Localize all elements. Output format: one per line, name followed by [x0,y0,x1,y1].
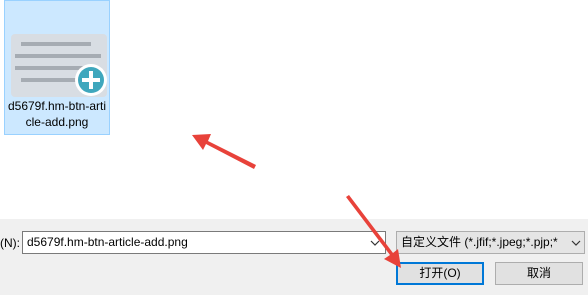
dialog-bottom-panel: (N): d5679f.hm-btn-article-add.png 自定义文件… [0,219,588,295]
file-type-select[interactable]: 自定义文件 (*.jfif;*.jpeg;*.pjp;* [396,231,585,254]
open-button[interactable]: 打开(O) [396,262,484,285]
file-list-area[interactable]: d5679f.hm-btn-article-add.png [0,0,588,219]
filename-combobox[interactable]: d5679f.hm-btn-article-add.png [22,231,386,254]
file-item[interactable]: d5679f.hm-btn-article-add.png [4,0,110,135]
file-type-value: 自定义文件 (*.jfif;*.jpeg;*.pjp;* [401,235,558,249]
image-thumbnail-icon [11,34,107,97]
chevron-down-icon[interactable] [365,232,385,253]
filename-input[interactable]: d5679f.hm-btn-article-add.png [23,232,365,253]
file-name-label: d5679f.hm-btn-article-add.png [7,99,107,129]
cancel-button[interactable]: 取消 [495,262,583,285]
chevron-down-icon[interactable] [568,232,584,253]
filename-label: (N): [0,236,20,250]
